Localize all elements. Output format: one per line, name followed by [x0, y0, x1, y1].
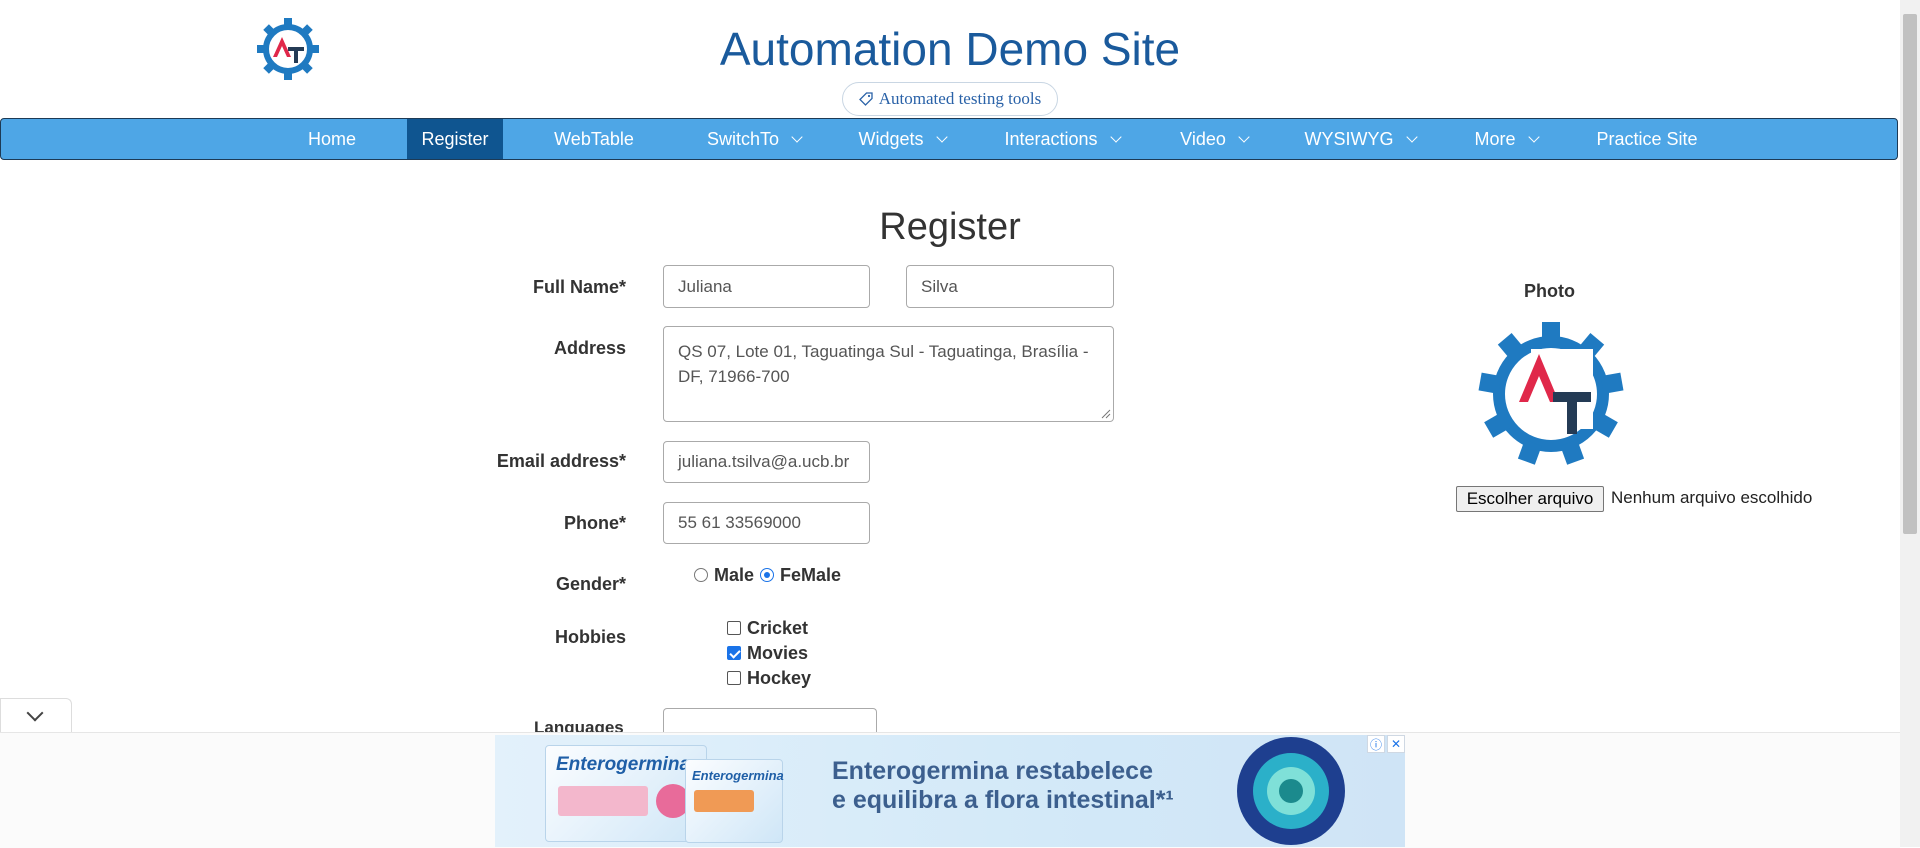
file-status-text: Nenhum arquivo escolhido [1611, 488, 1813, 507]
ad-controls: ⓘ ✕ [1367, 735, 1405, 753]
nav-widgets-label: Widgets [858, 128, 924, 149]
chevron-down-icon [1109, 130, 1122, 143]
hobby-hockey-label[interactable]: Hockey [747, 668, 811, 689]
address-label: Address [553, 338, 626, 358]
phone-input[interactable]: 55 61 33569000 [663, 502, 870, 544]
chevron-down-icon [1527, 130, 1540, 143]
address-textarea[interactable]: QS 07, Lote 01, Taguatinga Sul - Taguati… [663, 326, 1114, 422]
gender-label: Gender* [555, 574, 626, 594]
product-brand: Enterogermina [556, 754, 691, 775]
ad-collapse-tab[interactable] [0, 698, 72, 732]
languages-select[interactable] [663, 708, 877, 732]
tag-icon [858, 92, 873, 106]
first-name-input[interactable]: Juliana [663, 265, 870, 308]
nav-register-label: Register [421, 128, 489, 149]
product-box-large: Enterogermina [545, 745, 707, 842]
languages-label: Languages [534, 718, 624, 732]
phone-label: Phone* [563, 513, 626, 533]
ad-headline-line1: Enterogermina restabelece [832, 757, 1153, 785]
nav-widgets[interactable]: Widgets [847, 119, 957, 159]
nav-webtable[interactable]: WebTable [539, 119, 649, 159]
hobby-movies-checkbox[interactable] [727, 646, 741, 660]
gender-male-label[interactable]: Male [714, 565, 754, 586]
chevron-down-icon [1238, 130, 1250, 143]
nav-register[interactable]: Register [407, 119, 503, 159]
tag-badge[interactable]: Automated testing tools [842, 82, 1058, 116]
choose-file-button[interactable]: Escolher arquivo [1456, 486, 1604, 512]
gender-female-label[interactable]: FeMale [780, 565, 841, 586]
email-label: Email address* [496, 451, 626, 471]
nav-wysiwyg[interactable]: WYSIWYG [1297, 119, 1423, 159]
nav-video[interactable]: Video [1169, 119, 1259, 159]
nav-switchto[interactable]: SwitchTo [693, 119, 815, 159]
nav-video-label: Video [1180, 128, 1226, 149]
scrollbar-thumb[interactable] [1903, 14, 1917, 534]
hobby-cricket-label[interactable]: Cricket [747, 618, 808, 639]
hobby-hockey-checkbox[interactable] [727, 671, 741, 685]
ad-close-icon[interactable]: ✕ [1387, 735, 1405, 753]
nav-interactions[interactable]: Interactions [997, 119, 1127, 159]
chevron-down-icon [1405, 130, 1418, 143]
full-name-label: Full Name* [532, 277, 626, 297]
page-scrollbar[interactable] [1900, 0, 1920, 847]
site-title: Automation Demo Site [719, 23, 1181, 75]
nav-practice-site[interactable]: Practice Site [1591, 119, 1703, 159]
resize-grip-icon[interactable] [1101, 409, 1111, 419]
nav-home-label: Home [307, 128, 356, 149]
nav-webtable-label: WebTable [554, 128, 634, 149]
site-header: Automation Demo Site Automated testing t… [0, 0, 1900, 118]
ad-headline: Enterogermina restabelece e equilibra a … [832, 757, 1174, 815]
ad-headline-line2: e equilibra a flora intestinal*¹ [832, 786, 1174, 814]
chevron-down-icon [26, 704, 44, 722]
tag-label: Automated testing tools [878, 89, 1042, 108]
chevron-down-icon [935, 130, 948, 143]
nav-switchto-label: SwitchTo [706, 128, 780, 149]
main-nav: Home Register WebTable SwitchTo Widgets … [0, 118, 1898, 160]
nav-more[interactable]: More [1463, 119, 1549, 159]
address-text: QS 07, Lote 01, Taguatinga Sul - Taguati… [678, 342, 1089, 386]
email-input[interactable]: juliana.tsilva@a.ucb.br [663, 441, 870, 483]
hobby-cricket-checkbox[interactable] [727, 621, 741, 635]
nav-interactions-label: Interactions [1004, 128, 1098, 149]
product-label-graphic-small [694, 790, 754, 812]
photo-label: Photo [1524, 281, 1575, 301]
product-label-graphic [558, 786, 648, 816]
page-title: Register [879, 206, 1021, 248]
nav-home[interactable]: Home [295, 119, 369, 159]
nav-practice-site-label: Practice Site [1596, 128, 1698, 149]
hobby-movies-label[interactable]: Movies [747, 643, 808, 664]
product-box-small: Enterogermina [685, 759, 784, 843]
gender-male-radio[interactable] [694, 568, 708, 582]
hobbies-label: Hobbies [554, 627, 626, 647]
ad-info-icon[interactable]: ⓘ [1367, 735, 1385, 753]
inteli-esporos-seal-icon [1237, 737, 1345, 845]
product-brand-small: Enterogermina [692, 768, 784, 783]
chevron-down-icon [791, 130, 803, 143]
gender-female-radio[interactable] [760, 568, 774, 582]
nav-wysiwyg-label: WYSIWYG [1304, 128, 1394, 149]
last-name-input[interactable]: Silva [906, 265, 1114, 308]
nav-more-label: More [1474, 128, 1516, 149]
ad-banner[interactable]: Enterogermina Enterogermina Enterogermin… [495, 735, 1405, 847]
photo-preview-logo-icon [1478, 322, 1624, 465]
